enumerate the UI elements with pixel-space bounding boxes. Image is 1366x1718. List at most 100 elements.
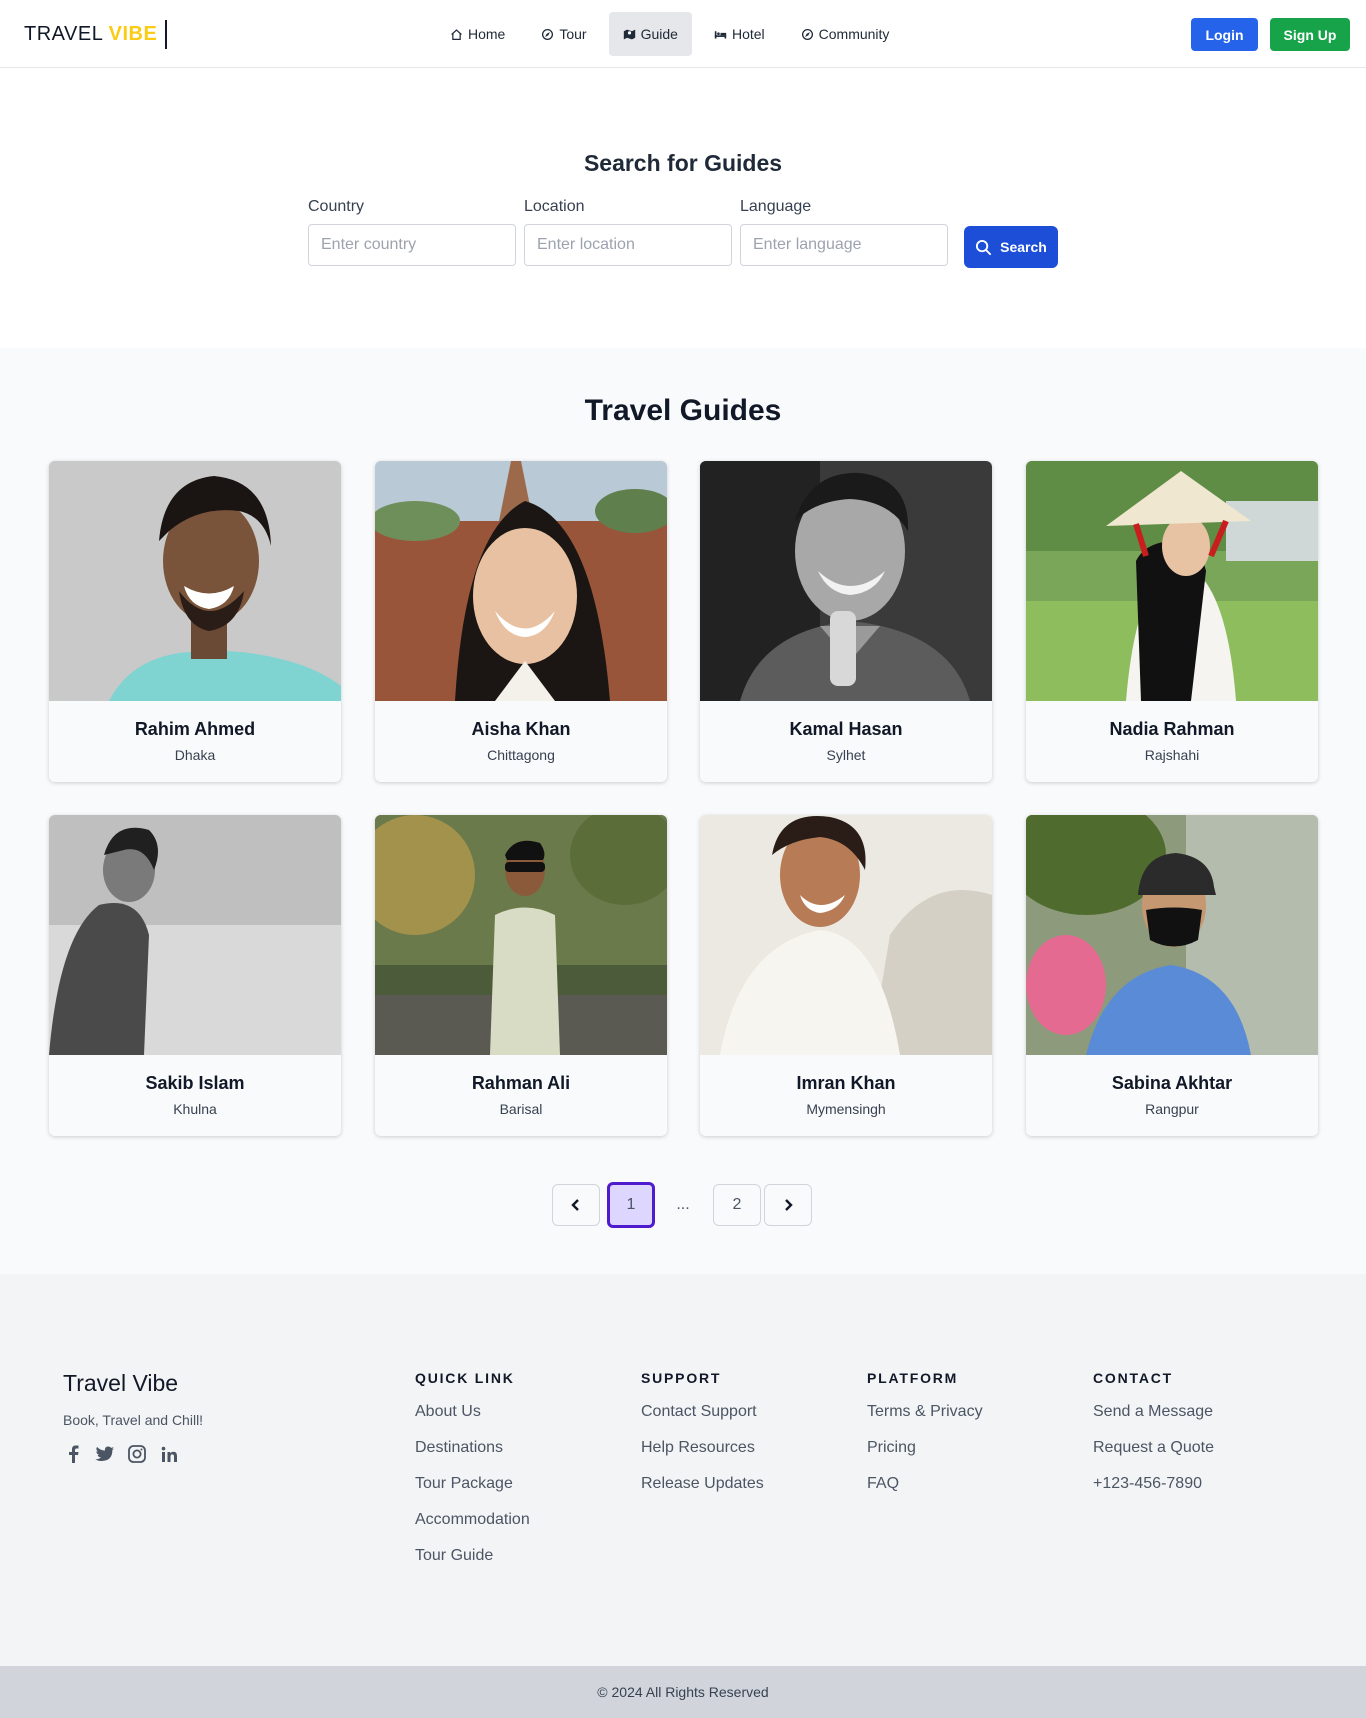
nav-item-community[interactable]: Community bbox=[787, 12, 904, 56]
footer-column-title: CONTACT bbox=[1093, 1370, 1173, 1386]
country-field: Country bbox=[308, 198, 516, 266]
guide-photo bbox=[700, 815, 992, 1055]
pagination-ellipsis: ... bbox=[676, 1196, 690, 1213]
compass-icon bbox=[542, 28, 554, 40]
guides-title: Travel Guides bbox=[584, 394, 782, 427]
footer-link[interactable]: About Us bbox=[415, 1402, 530, 1438]
footer-link[interactable]: Pricing bbox=[867, 1438, 983, 1474]
site-footer: Travel Vibe Book, Travel and Chill! QUIC… bbox=[0, 1274, 1366, 1666]
footer-link[interactable]: Contact Support bbox=[641, 1402, 764, 1438]
map-icon bbox=[623, 29, 635, 39]
guide-city: Rajshahi bbox=[1144, 747, 1200, 763]
nav-item-guide[interactable]: Guide bbox=[608, 12, 692, 56]
linkedin-icon[interactable] bbox=[159, 1444, 179, 1464]
compass-icon bbox=[801, 28, 813, 40]
footer-link[interactable]: Terms & Privacy bbox=[867, 1402, 983, 1438]
footer-column-contact: CONTACT Send a Message Request a Quote +… bbox=[1093, 1370, 1214, 1510]
nav-item-home[interactable]: Home bbox=[436, 12, 519, 56]
country-input[interactable] bbox=[308, 224, 516, 266]
nav-item-home-label: Home bbox=[468, 26, 506, 42]
nav-item-tour-label: Tour bbox=[559, 26, 587, 42]
bed-icon bbox=[714, 30, 727, 39]
guide-city: Sylhet bbox=[826, 747, 866, 763]
guide-card[interactable]: Imran Khan Mymensingh bbox=[700, 815, 992, 1136]
guide-city: Chittagong bbox=[487, 747, 555, 763]
footer-column-support: SUPPORT Contact Support Help Resources R… bbox=[641, 1370, 764, 1510]
guide-photo bbox=[375, 461, 667, 701]
footer-column-title: SUPPORT bbox=[641, 1370, 722, 1386]
nav-item-hotel[interactable]: Hotel bbox=[700, 12, 779, 56]
guide-card[interactable]: Rahman Ali Barisal bbox=[375, 815, 667, 1136]
footer-link[interactable]: Help Resources bbox=[641, 1438, 764, 1474]
location-input[interactable] bbox=[524, 224, 732, 266]
footer-link[interactable]: Destinations bbox=[415, 1438, 530, 1474]
footer-tagline: Book, Travel and Chill! bbox=[63, 1412, 204, 1428]
footer-link[interactable]: Accommodation bbox=[415, 1510, 530, 1546]
guide-photo bbox=[1026, 815, 1318, 1055]
search-title: Search for Guides bbox=[583, 150, 783, 176]
country-label: Country bbox=[308, 198, 365, 215]
logo-text-vibe: VIBE bbox=[108, 23, 158, 45]
twitter-icon[interactable] bbox=[95, 1444, 115, 1464]
guide-card[interactable]: Aisha Khan Chittagong bbox=[375, 461, 667, 782]
guide-name: Rahim Ahmed bbox=[134, 719, 256, 739]
facebook-icon[interactable] bbox=[63, 1444, 83, 1464]
chevron-right-icon bbox=[785, 1199, 793, 1211]
guide-photo bbox=[700, 461, 992, 701]
guide-name: Rahman Ali bbox=[471, 1073, 571, 1093]
footer-link[interactable]: Tour Package bbox=[415, 1474, 530, 1510]
login-button[interactable]: Login bbox=[1191, 18, 1258, 51]
language-label: Language bbox=[740, 198, 812, 215]
guide-name: Aisha Khan bbox=[471, 719, 571, 739]
next-page-button[interactable] bbox=[764, 1184, 812, 1226]
location-label: Location bbox=[524, 198, 585, 215]
footer-link[interactable]: Release Updates bbox=[641, 1474, 764, 1510]
signup-button[interactable]: Sign Up bbox=[1270, 18, 1350, 51]
nav-item-tour[interactable]: Tour bbox=[527, 12, 600, 56]
nav-item-guide-label: Guide bbox=[640, 26, 678, 42]
page-button[interactable]: 2 bbox=[713, 1184, 761, 1226]
guide-name: Nadia Rahman bbox=[1109, 719, 1235, 739]
guide-name: Sakib Islam bbox=[145, 1073, 245, 1093]
guide-name: Kamal Hasan bbox=[789, 719, 903, 739]
footer-link[interactable]: Send a Message bbox=[1093, 1402, 1214, 1438]
logo-text-travel: TRAVEL bbox=[24, 23, 103, 45]
guide-city: Rangpur bbox=[1145, 1101, 1199, 1117]
guide-card[interactable]: Sabina Akhtar Rangpur bbox=[1026, 815, 1318, 1136]
site-logo[interactable]: TRAVEL VIBE bbox=[24, 20, 168, 49]
footer-link[interactable]: +123-456-7890 bbox=[1093, 1474, 1214, 1510]
prev-page-button[interactable] bbox=[552, 1184, 600, 1226]
language-input[interactable] bbox=[740, 224, 948, 266]
footer-brand: Travel Vibe bbox=[63, 1370, 179, 1396]
guide-photo bbox=[49, 815, 341, 1055]
footer-column-platform: PLATFORM Terms & Privacy Pricing FAQ bbox=[867, 1370, 983, 1510]
guide-name: Imran Khan bbox=[796, 1073, 896, 1093]
language-field: Language bbox=[740, 198, 948, 266]
nav-item-hotel-label: Hotel bbox=[731, 26, 765, 42]
guide-card[interactable]: Rahim Ahmed Dhaka bbox=[49, 461, 341, 782]
guide-city: Barisal bbox=[499, 1101, 543, 1117]
guide-card[interactable]: Kamal Hasan Sylhet bbox=[700, 461, 992, 782]
travel-guides-section: Travel Guides Rahim Ahmed Dhaka Aisha Kh… bbox=[0, 348, 1366, 1274]
page-button-current[interactable]: 1 bbox=[607, 1182, 655, 1228]
chevron-left-icon bbox=[571, 1199, 579, 1211]
search-icon bbox=[976, 239, 992, 255]
footer-link[interactable]: Tour Guide bbox=[415, 1546, 530, 1582]
guide-city: Dhaka bbox=[174, 747, 216, 763]
guide-card[interactable]: Nadia Rahman Rajshahi bbox=[1026, 461, 1318, 782]
copyright-bar: © 2024 All Rights Reserved bbox=[0, 1666, 1366, 1718]
guide-city: Mymensingh bbox=[806, 1101, 886, 1117]
instagram-icon[interactable] bbox=[127, 1444, 147, 1464]
footer-column-title: PLATFORM bbox=[867, 1370, 959, 1386]
guide-card[interactable]: Sakib Islam Khulna bbox=[49, 815, 341, 1136]
top-navbar: TRAVEL VIBE Home Tour Guide Hotel Commun… bbox=[0, 0, 1366, 68]
footer-link[interactable]: Request a Quote bbox=[1093, 1438, 1214, 1474]
guide-search-section: Search for Guides Country Location Langu… bbox=[0, 68, 1366, 348]
home-icon bbox=[451, 28, 462, 40]
footer-link[interactable]: FAQ bbox=[867, 1474, 983, 1510]
guide-photo bbox=[1026, 461, 1318, 701]
search-button[interactable]: Search bbox=[964, 226, 1058, 268]
footer-column-title: QUICK LINK bbox=[415, 1370, 515, 1386]
footer-column-quick-link: QUICK LINK About Us Destinations Tour Pa… bbox=[415, 1370, 530, 1582]
social-links bbox=[63, 1444, 179, 1464]
